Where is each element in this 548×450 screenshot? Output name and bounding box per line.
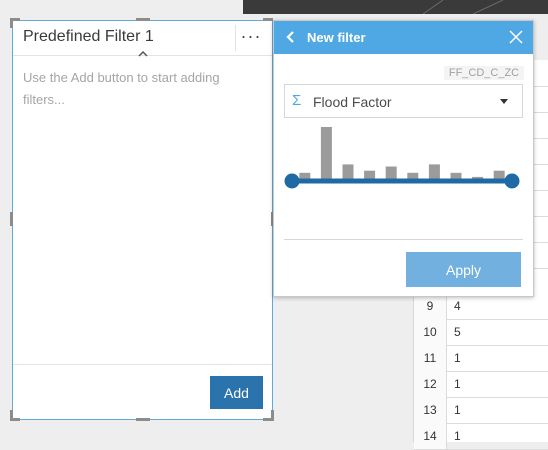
table-row[interactable]: 10 5 <box>414 319 548 346</box>
widget-title: Predefined Filter 1 <box>23 28 154 45</box>
resize-handle-left[interactable] <box>10 212 13 226</box>
row-number: 11 <box>414 345 447 371</box>
close-icon[interactable] <box>508 29 524 45</box>
row-value: 5 <box>454 325 461 339</box>
empty-filters-message: Use the Add button to start adding filte… <box>23 70 220 107</box>
row-value: 1 <box>454 351 461 365</box>
resize-handle-bottom-left[interactable] <box>10 418 20 421</box>
row-number: 14 <box>414 423 447 449</box>
resize-handle-bottom-right[interactable] <box>263 418 273 421</box>
row-value: 1 <box>454 429 461 443</box>
resize-handle-top[interactable] <box>136 18 150 21</box>
table-row[interactable]: 11 1 <box>414 345 548 372</box>
field-code-label: FF_CD_C_ZC <box>444 66 524 80</box>
histogram-bar <box>342 164 354 179</box>
table-row[interactable]: 9 4 <box>414 293 548 320</box>
widget-footer-divider <box>13 364 272 365</box>
row-number: 10 <box>414 319 447 345</box>
histogram-bar <box>364 170 376 179</box>
panel-title: New filter <box>307 30 366 45</box>
panel-header: New filter <box>274 21 533 54</box>
histogram-bar <box>407 172 419 179</box>
table-row[interactable]: 13 1 <box>414 397 548 424</box>
row-number: 12 <box>414 371 447 397</box>
row-value: 1 <box>454 377 461 391</box>
apply-button[interactable]: Apply <box>406 252 521 287</box>
sigma-icon: Σ <box>292 92 302 109</box>
chevron-down-icon <box>500 99 508 104</box>
filter-widget[interactable]: Predefined Filter 1 ··· Use the Add butt… <box>12 20 273 420</box>
panel-divider <box>284 239 523 240</box>
row-value: 1 <box>454 403 461 417</box>
map-lines <box>422 0 504 14</box>
selected-field-label: Flood Factor <box>313 94 392 110</box>
histogram-bar <box>385 166 397 179</box>
table-row[interactable]: 12 1 <box>414 371 548 398</box>
resize-handle-bottom[interactable] <box>136 418 150 421</box>
add-button[interactable]: Add <box>210 376 263 409</box>
slider-min-handle[interactable] <box>284 173 300 189</box>
slider-max-handle[interactable] <box>504 173 520 189</box>
table-row[interactable]: 14 1 <box>414 423 548 450</box>
histogram-bars <box>299 127 505 179</box>
resize-handle-top-right[interactable] <box>263 18 273 21</box>
histogram-bar <box>320 127 332 179</box>
caret-up-icon <box>138 50 148 57</box>
histogram-range-slider[interactable] <box>284 121 523 191</box>
histogram-bar <box>428 164 440 179</box>
row-number: 13 <box>414 397 447 423</box>
chevron-left-icon[interactable] <box>284 30 298 44</box>
field-select-dropdown[interactable]: Σ Flood Factor <box>284 84 523 118</box>
histogram-bar <box>450 172 462 179</box>
resize-handle-top-left[interactable] <box>10 18 13 28</box>
histogram-bar <box>493 170 505 179</box>
histogram-bar <box>299 172 311 179</box>
more-options-button[interactable]: ··· <box>235 25 266 51</box>
new-filter-panel: New filter FF_CD_C_ZC Σ Flood Factor App… <box>273 20 534 297</box>
